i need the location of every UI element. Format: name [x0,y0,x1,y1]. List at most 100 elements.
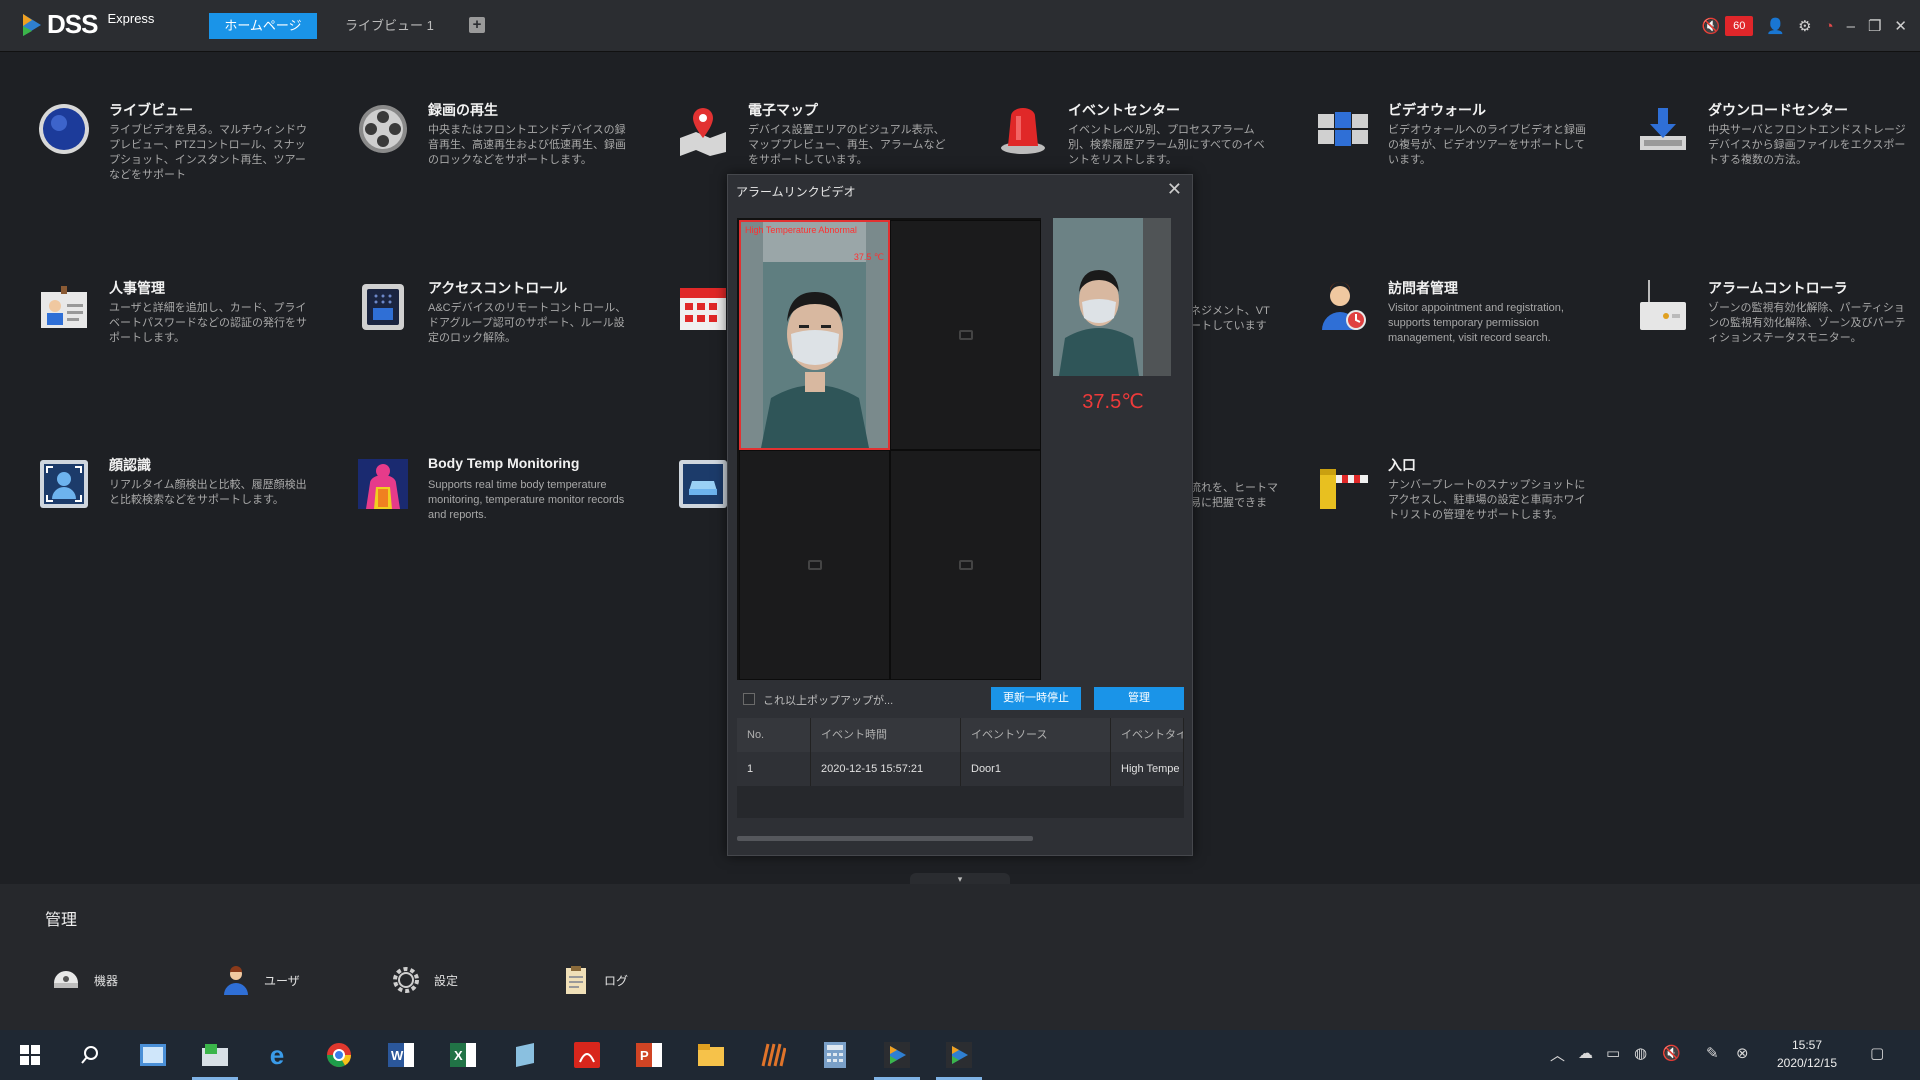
manage-button[interactable]: 管理 [1094,687,1184,710]
minimize-icon[interactable]: – [1847,18,1855,35]
app-download-center[interactable]: ダウンロードセンター 中央サーバとフロントエンドストレージデバイスから録画ファイ… [1634,100,1920,180]
app-body-temp-monitoring[interactable]: Body Temp Monitoring Supports real time … [354,455,654,535]
app-description: ビデオウォールへのライブビデオと録画の複号が、ビデオツアーをサポートしています。 [1388,124,1586,166]
app-description: Supports real time body temperature moni… [428,479,625,521]
video-cell-empty[interactable] [890,450,1041,680]
app-title: Body Temp Monitoring [428,455,580,471]
acrobat-icon[interactable] [571,1039,603,1071]
app-event-center[interactable]: イベントセンター イベントレベル別、プロセスアラーム別、検索履歴アラーム別にすべ… [994,100,1294,180]
windows-start-icon[interactable] [14,1039,46,1071]
windows-taskbar: e W X P ︿ ☁ ▭ ◍ 🔇 ✎ ⊗ 15:57 2020/12/15 ▢ [0,1030,1920,1080]
word-icon[interactable]: W [385,1039,417,1071]
search-icon[interactable] [74,1039,106,1071]
notification-icon[interactable]: ▢ [1870,1044,1884,1062]
event-table: No. イベント時間 イベントソース イベントタイプ 1 2020-12-15 … [737,718,1184,818]
calculator-icon[interactable] [819,1039,851,1071]
app-title: 電子マップ [748,102,818,118]
network-globe-icon[interactable]: ◍ [1634,1044,1647,1062]
clock-date: 2020/12/15 [1776,1056,1838,1070]
tab-live-view[interactable]: ライブビュー 1 [345,13,434,39]
video-cell-active[interactable]: High Temperature Abnormal 37.5 ℃ [739,220,890,450]
file-explorer-icon[interactable] [695,1039,727,1071]
column-header[interactable]: イベント時間 [811,718,961,752]
app-description: ゾーンの監視有効化解除、パーティションの監視有効化解除、ゾーン及びパーティション… [1708,302,1906,344]
app-alarm-controller[interactable]: アラームコントローラ ゾーンの監視有効化解除、パーティションの監視有効化解除、ゾ… [1634,278,1920,358]
app-playback[interactable]: 録画の再生 中央またはフロントエンドデバイスの録音再生、高速再生および低速再生、… [354,100,654,180]
management-item-device[interactable]: 機器 [50,960,118,1000]
dss-express-taskbar-icon[interactable] [943,1039,975,1071]
face-snapshot [1053,218,1171,376]
add-tab-button[interactable]: + [469,17,485,33]
table-header: No. イベント時間 イベントソース イベントタイプ [737,718,1184,752]
management-item-user[interactable]: ユーザ [220,960,300,1000]
app-title: 訪問者管理 [1388,280,1458,296]
app-emap[interactable]: 電子マップ デバイス設置エリアのビジュアル表示、マッププレビュー、再生、アラーム… [674,100,974,180]
app-face-recognition[interactable]: 顔認識 リアルタイム顔検出と比較、履歴顔検出と比較検索などをサポートします。 [35,455,335,535]
mute-icon[interactable]: 🔇 [1701,17,1720,35]
close-icon[interactable]: ✕ [1167,179,1182,200]
visitor-icon [1314,278,1372,336]
management-item-settings[interactable]: 設定 [390,960,458,1000]
video-cell-empty[interactable] [739,450,890,680]
restore-icon[interactable]: ❐ [1868,17,1881,35]
status-x-icon[interactable]: ⊗ [1736,1044,1749,1062]
management-item-log[interactable]: ログ [560,960,628,1000]
dome-camera-icon [50,964,82,996]
column-header[interactable]: イベントソース [961,718,1111,752]
app-title: ライブビュー [109,102,193,118]
video-cell-empty[interactable] [890,220,1041,450]
gear-icon[interactable]: ⚙ [1798,17,1811,35]
table-row[interactable]: 1 2020-12-15 15:57:21 Door1 High Tempe [737,752,1184,786]
mail-app-icon[interactable] [199,1039,231,1071]
app-personnel[interactable]: 人事管理 ユーザと詳細を追加し、カード、プライベートパスワードなどの認証の発行を… [35,278,335,358]
volume-muted-icon[interactable]: 🔇 [1662,1044,1681,1062]
pen-icon[interactable]: ✎ [1706,1044,1719,1062]
thermal-body-icon [354,455,412,513]
dialog-title: アラームリンクビデオ [736,185,856,199]
contacts-app-icon[interactable] [137,1039,169,1071]
chrome-icon[interactable] [323,1039,355,1071]
pause-refresh-button[interactable]: 更新一時停止 [991,687,1081,710]
app-video-wall[interactable]: ビデオウォール ビデオウォールへのライブビデオと録画の複号が、ビデオツアーをサポ… [1314,100,1614,180]
clipboard-icon [560,964,592,996]
dss-express-taskbar-icon[interactable] [881,1039,913,1071]
app-icon[interactable] [509,1039,541,1071]
internet-explorer-icon[interactable]: e [261,1039,293,1071]
app-description: リアルタイム顔検出と比較、履歴顔検出と比較検索などをサポートします。 [109,479,307,506]
app-entrance[interactable]: 入口 ナンバープレートのスナップショットにアクセスし、駐車場の設定と車両ホワイト… [1314,455,1614,535]
alarm-count-badge[interactable]: 60 [1725,16,1754,36]
window-controls: 🔇 60 👤 ⚙ ◔ – ❐ ✕ [1701,12,1920,40]
battery-icon[interactable]: ▭ [1606,1044,1620,1062]
app-access-control[interactable]: アクセスコントロール A&Cデバイスのリモートコントロール、ドアグループ認可のサ… [354,278,654,358]
app-description: 流れを、ヒートマ 易に把握できま [1190,482,1278,509]
app-description: ユーザと詳細を追加し、カード、プライベートパスワードなどの認証の発行をサポートし… [109,302,307,344]
powerpoint-icon[interactable]: P [633,1039,665,1071]
cloud-icon[interactable]: ☁ [1578,1044,1593,1062]
performance-icon[interactable]: ◔ [1825,18,1834,35]
close-icon[interactable]: ✕ [1894,17,1907,35]
no-more-popup-checkbox[interactable] [743,693,755,705]
app-icon[interactable] [757,1039,789,1071]
calendar-icon [674,278,732,336]
app-visitor-management[interactable]: 訪問者管理 Visitor appointment and registrati… [1314,278,1614,358]
system-clock[interactable]: 15:57 2020/12/15 [1762,1036,1852,1072]
column-header[interactable]: No. [737,718,811,752]
alarm-panel-icon [1634,278,1692,336]
title-bar: DSS Express ホームページ ライブビュー 1 + 🔇 60 👤 ⚙ ◔… [0,0,1920,52]
user-icon[interactable]: 👤 [1766,17,1785,35]
app-description: ネジメント、VT ートしています [1190,305,1270,332]
card-reader-icon [354,278,412,336]
column-header[interactable]: イベントタイプ [1111,718,1184,752]
overlay-temperature: 37.5 ℃ [853,252,884,262]
excel-icon[interactable]: X [447,1039,479,1071]
logo-icon [20,12,44,38]
app-live-view[interactable]: ライブビュー ライブビデオを見る。マルチウィンドウプレビュー、PTZコントロール… [35,100,335,181]
camera-placeholder-icon [958,560,973,570]
camera-placeholder-icon [807,560,822,570]
chevron-up-icon[interactable]: ︿ [1550,1044,1565,1065]
video-wall-icon [1314,100,1372,158]
logo-text: DSS [47,9,98,39]
table-cell: 2020-12-15 15:57:21 [811,752,961,786]
tab-home[interactable]: ホームページ [209,13,317,39]
horizontal-scrollbar[interactable] [737,836,1033,841]
